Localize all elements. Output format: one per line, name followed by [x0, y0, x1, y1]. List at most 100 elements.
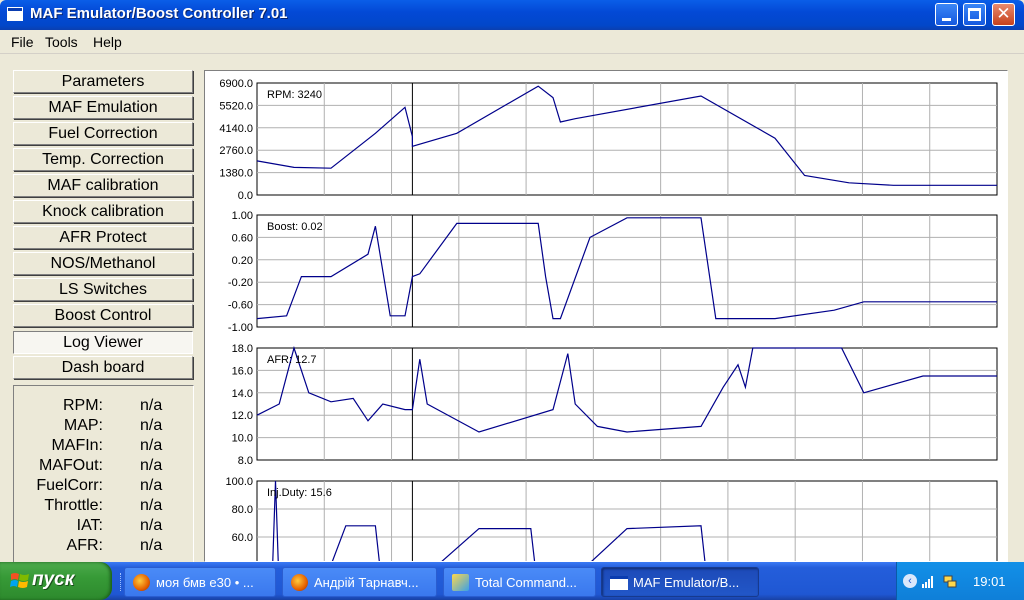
menu-file[interactable]: File: [11, 34, 34, 50]
close-icon: ✕: [996, 4, 1011, 24]
nav-knock-calibration-button[interactable]: Knock calibration: [13, 200, 193, 223]
title-bar[interactable]: MAF Emulator/Boost Controller 7.01 ✕: [0, 0, 1024, 30]
log-plot-panel[interactable]: 6900.0 5520.0 4140.0 2760.0 1380.0 0.0 RPM: 32…: [204, 70, 1008, 562]
chart-0: 6900.0 5520.0 4140.0 2760.0 1380.0 0.0 RPM: 32…: [219, 78, 998, 202]
y-tick-label: 0.20: [232, 255, 253, 267]
close-button[interactable]: ✕: [992, 3, 1015, 26]
y-tick-label: 0.0: [238, 190, 253, 202]
y-tick-label: 16.0: [232, 365, 253, 377]
app-window: MAF Emulator/Boost Controller 7.01 ✕ Fil…: [0, 0, 1024, 562]
firefox-icon: [133, 574, 150, 591]
y-tick-label: 18.0: [232, 343, 253, 355]
menu-help[interactable]: Help: [93, 34, 122, 50]
chart-3: 100.0 80.0 60.0 40.0 Inj.Duty: 15.6: [225, 476, 998, 561]
maximize-button[interactable]: [963, 3, 986, 26]
chart-frame: [256, 214, 998, 328]
chart-title: Inj.Duty: 15.6: [267, 487, 332, 499]
menu-tools[interactable]: Tools: [45, 34, 78, 50]
y-tick-label: 10.0: [232, 433, 253, 445]
readout-mafin-value: n/a: [140, 437, 163, 454]
chart-2: 18.0 16.0 14.0 12.0 10.0 8.0 AFR: 12.7: [232, 343, 998, 467]
y-tick-label: 40.0: [232, 560, 253, 561]
readout-mafout-label: MAFOut:: [38, 457, 103, 474]
nav-maf-emulation-button[interactable]: MAF Emulation: [13, 96, 193, 119]
task-label: MAF Emulator/B...: [633, 575, 740, 590]
chart-title: Boost: 0.02: [267, 221, 323, 233]
total-commander-icon: [452, 574, 469, 591]
task-label: Total Command...: [475, 575, 577, 590]
readout-rpm-value: n/a: [140, 397, 163, 414]
readout-map-value: n/a: [140, 417, 163, 434]
back-arrow-icon[interactable]: ‹: [903, 574, 917, 588]
readout-rpm-label: RPM:: [63, 397, 103, 414]
chart-frame: [256, 347, 998, 461]
chart-frame: [256, 480, 998, 561]
y-tick-label: 0.60: [232, 232, 253, 244]
signal-bars-icon[interactable]: [921, 574, 935, 588]
readout-mafout-value: n/a: [140, 457, 163, 474]
nav-fuel-correction-button[interactable]: Fuel Correction: [13, 122, 193, 145]
minimize-button[interactable]: [935, 3, 958, 26]
taskbar-separator: [120, 573, 123, 591]
nav-temp-correction-button[interactable]: Temp. Correction: [13, 148, 193, 171]
y-tick-label: -0.60: [228, 300, 253, 312]
y-tick-label: 12.0: [232, 410, 253, 422]
taskbar-task-total-commander[interactable]: Total Command...: [443, 567, 596, 597]
start-label: пуск: [32, 569, 75, 590]
readout-map-label: MAP:: [63, 417, 103, 434]
minimize-icon: [942, 18, 951, 21]
y-tick-label: 2760.0: [219, 145, 253, 157]
nav-dash-board-button[interactable]: Dash board: [13, 356, 193, 379]
log-charts[interactable]: 6900.0 5520.0 4140.0 2760.0 1380.0 0.0 RPM: 32…: [205, 71, 1007, 561]
window-title: MAF Emulator/Boost Controller 7.01: [30, 5, 288, 22]
y-tick-label: 1.00: [232, 210, 253, 222]
readout-iat-value: n/a: [140, 517, 163, 534]
y-tick-label: -1.00: [228, 322, 253, 334]
readout-afr-value: n/a: [140, 537, 163, 554]
clock: 19:01: [973, 574, 1006, 589]
readout-fuelcorr-label: FuelCorr:: [36, 477, 103, 494]
readout-afr-label: AFR:: [66, 537, 103, 554]
y-tick-label: 60.0: [232, 532, 253, 544]
menu-bar: File Tools Help: [0, 30, 1024, 54]
readout-iat-label: IAT:: [76, 517, 103, 534]
live-readouts-panel: RPM: n/a MAP: n/a MAFIn: n/a MAFOut: n/a…: [13, 385, 194, 562]
chart-1: 1.00 0.60 0.20 -0.20 -0.60 -1.00 Boost: 0.02: [228, 210, 998, 334]
nav-boost-control-button[interactable]: Boost Control: [13, 304, 193, 327]
window-app-icon: [7, 7, 23, 21]
taskbar: пуск моя бмв е30 • ... Андрій Тарнавч...…: [0, 562, 1024, 600]
taskbar-task-firefox-2[interactable]: Андрій Тарнавч...: [282, 567, 437, 597]
window-app-icon: [610, 576, 628, 590]
network-icon[interactable]: [943, 574, 957, 588]
readout-fuelcorr-value: n/a: [140, 477, 163, 494]
y-tick-label: 14.0: [232, 388, 253, 400]
readout-mafin-label: MAFIn:: [51, 437, 103, 454]
firefox-icon: [291, 574, 308, 591]
task-label: Андрій Тарнавч...: [314, 575, 419, 590]
taskbar-task-firefox-1[interactable]: моя бмв е30 • ...: [124, 567, 276, 597]
task-label: моя бмв е30 • ...: [156, 575, 254, 590]
nav-log-viewer-button[interactable]: Log Viewer: [13, 331, 193, 354]
y-tick-label: 4140.0: [219, 123, 253, 135]
maximize-icon: [968, 8, 981, 21]
readout-throttle-label: Throttle:: [44, 497, 103, 514]
nav-afr-protect-button[interactable]: AFR Protect: [13, 226, 193, 249]
chart-title: AFR: 12.7: [267, 354, 317, 366]
y-tick-label: 80.0: [232, 504, 253, 516]
y-tick-label: 6900.0: [219, 78, 253, 90]
nav-ls-switches-button[interactable]: LS Switches: [13, 278, 193, 301]
system-tray: ‹ 19:01: [896, 562, 1024, 600]
y-tick-label: -0.20: [228, 277, 253, 289]
chart-title: RPM: 3240: [267, 89, 322, 101]
windows-flag-icon: [10, 573, 29, 588]
y-tick-label: 1380.0: [219, 168, 253, 180]
readout-throttle-value: n/a: [140, 497, 163, 514]
nav-parameters-button[interactable]: Parameters: [13, 70, 193, 93]
start-button[interactable]: пуск: [0, 562, 112, 600]
y-tick-label: 8.0: [238, 455, 253, 467]
nav-nos-methanol-button[interactable]: NOS/Methanol: [13, 252, 193, 275]
nav-maf-calibration-button[interactable]: MAF calibration: [13, 174, 193, 197]
y-tick-label: 100.0: [225, 476, 253, 488]
y-tick-label: 5520.0: [219, 100, 253, 112]
taskbar-task-maf-emulator[interactable]: MAF Emulator/B...: [601, 567, 759, 597]
